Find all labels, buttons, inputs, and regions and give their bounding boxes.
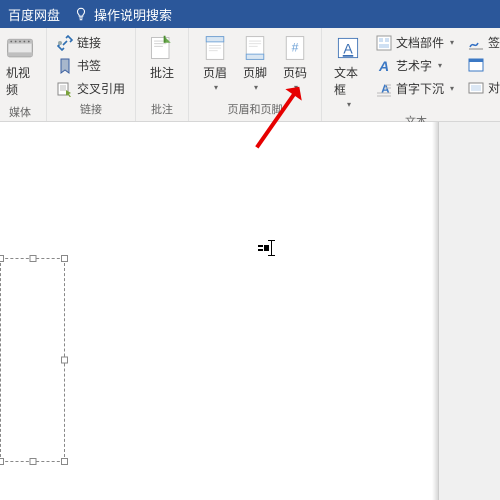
video-icon <box>6 34 34 62</box>
app-name: 百度网盘 <box>8 5 60 24</box>
resize-handle[interactable] <box>29 255 36 262</box>
drop-cap-button[interactable]: A 首字下沉 ▾ <box>372 78 458 99</box>
hyperlink-button[interactable]: 链接 <box>53 32 129 53</box>
group-label-comments: 批注 <box>151 99 173 119</box>
cross-reference-icon <box>57 81 73 97</box>
group-links: 链接 书签 交叉引用 链接 <box>47 28 136 121</box>
date-time-icon <box>468 57 484 73</box>
ibeam-cursor-icon <box>271 240 272 256</box>
link-icon <box>57 35 73 51</box>
tell-me-search[interactable]: 操作说明搜索 <box>74 5 172 24</box>
text-cursor-indicator <box>258 240 272 256</box>
tell-me-label: 操作说明搜索 <box>94 5 172 24</box>
ribbon: 机视频 媒体 链接 书签 交叉引用 链接 批注 批注 <box>0 28 500 122</box>
comment-label: 批注 <box>150 64 174 81</box>
bookmark-button[interactable]: 书签 <box>53 55 129 76</box>
word-art-label: 艺术字 <box>396 57 432 74</box>
selected-object-frame[interactable] <box>0 258 65 462</box>
bookmark-icon <box>57 58 73 74</box>
header-button[interactable]: 页眉 ▾ <box>195 32 235 94</box>
chevron-down-icon: ▾ <box>438 61 442 70</box>
resize-handle[interactable] <box>0 458 4 465</box>
comment-button[interactable]: 批注 <box>142 32 182 83</box>
group-text: A 文本框 ▾ 文档部件 ▾ A 艺术字 ▾ A 首字下沉 ▾ <box>322 28 500 121</box>
chevron-down-icon: ▾ <box>214 83 218 92</box>
document-canvas[interactable] <box>0 122 500 500</box>
object-icon <box>468 80 484 96</box>
resize-handle[interactable] <box>61 357 68 364</box>
footer-label: 页脚 <box>243 64 267 81</box>
page-number-label: 页码 <box>283 64 307 81</box>
resize-handle[interactable] <box>29 458 36 465</box>
signature-icon <box>468 35 484 51</box>
svg-text:#: # <box>292 41 299 55</box>
object-label: 对 <box>488 79 500 96</box>
text-box-button[interactable]: A 文本框 ▾ <box>328 32 368 111</box>
header-icon <box>201 34 229 62</box>
group-header-footer: 页眉 ▾ 页脚 ▾ # 页码 ▾ 页眉和页脚 <box>189 28 322 121</box>
group-label-links: 链接 <box>80 99 102 119</box>
quick-parts-button[interactable]: 文档部件 ▾ <box>372 32 458 53</box>
chevron-down-icon: ▾ <box>254 83 258 92</box>
quick-parts-label: 文档部件 <box>396 34 444 51</box>
online-video-button[interactable]: 机视频 <box>0 32 40 102</box>
object-button[interactable]: 对 <box>464 77 500 98</box>
resize-handle[interactable] <box>61 458 68 465</box>
svg-text:A: A <box>378 58 389 74</box>
resize-handle[interactable] <box>0 255 4 262</box>
page-number-icon: # <box>281 34 309 62</box>
text-box-label: 文本框 <box>334 64 362 98</box>
chevron-down-icon: ▾ <box>347 100 351 109</box>
footer-button[interactable]: 页脚 ▾ <box>235 32 275 94</box>
title-bar: 百度网盘 操作说明搜索 <box>0 0 500 28</box>
word-art-icon: A <box>376 58 392 74</box>
drop-cap-icon: A <box>376 81 392 97</box>
footer-icon <box>241 34 269 62</box>
word-art-button[interactable]: A 艺术字 ▾ <box>372 55 458 76</box>
chevron-down-icon: ▾ <box>450 84 454 93</box>
group-label-media: 媒体 <box>9 102 31 122</box>
group-label-header-footer: 页眉和页脚 <box>228 99 283 119</box>
lightbulb-icon <box>74 7 88 21</box>
cross-reference-label: 交叉引用 <box>77 80 125 97</box>
hyperlink-label: 链接 <box>77 34 101 51</box>
resize-handle[interactable] <box>61 255 68 262</box>
paragraph-mark-icon <box>258 243 270 253</box>
svg-text:A: A <box>381 82 390 96</box>
online-video-label: 机视频 <box>6 64 34 98</box>
svg-text:A: A <box>343 40 353 56</box>
group-media-partial: 机视频 媒体 <box>0 28 47 121</box>
comment-icon <box>148 34 176 62</box>
group-comments: 批注 批注 <box>136 28 189 121</box>
text-box-icon: A <box>334 34 362 62</box>
bookmark-label: 书签 <box>77 57 101 74</box>
signature-line-button[interactable]: 签 <box>464 32 500 53</box>
signature-label: 签 <box>488 34 500 51</box>
cross-reference-button[interactable]: 交叉引用 <box>53 78 129 99</box>
date-time-button[interactable] <box>464 55 500 75</box>
quick-parts-icon <box>376 35 392 51</box>
drop-cap-label: 首字下沉 <box>396 80 444 97</box>
page-gutter <box>438 122 500 500</box>
header-label: 页眉 <box>203 64 227 81</box>
chevron-down-icon: ▾ <box>450 38 454 47</box>
